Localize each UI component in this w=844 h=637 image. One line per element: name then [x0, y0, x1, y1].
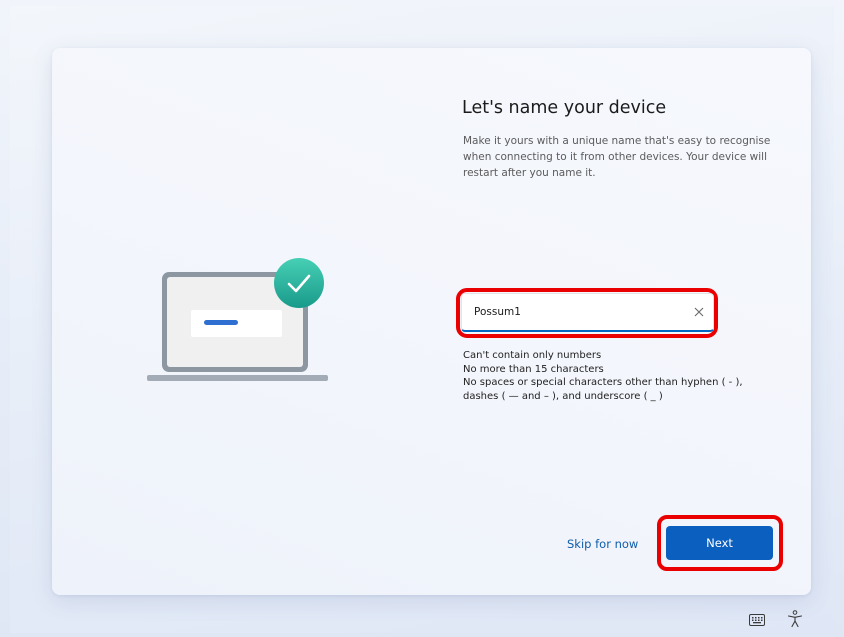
device-name-field[interactable] — [461, 293, 714, 332]
rule-item: Can't contain only numbers — [463, 350, 602, 361]
page-title: Let's name your device — [462, 98, 667, 118]
device-name-input[interactable] — [462, 294, 685, 330]
page-description: Make it yours with a unique name that's … — [463, 135, 771, 179]
next-button[interactable]: Next — [666, 526, 773, 560]
rule-item: No more than 15 characters — [463, 363, 604, 375]
keyboard-icon[interactable] — [746, 609, 768, 631]
accessibility-icon[interactable] — [784, 608, 806, 630]
naming-rules-list: Can't contain only numbers No more than … — [463, 349, 763, 403]
setup-card: Let's name your device Make it yours wit… — [52, 48, 811, 595]
close-icon[interactable] — [685, 294, 713, 330]
skip-for-now-link[interactable]: Skip for now — [567, 537, 638, 551]
laptop-with-checkmark-icon — [147, 258, 328, 381]
rule-item: No spaces or special characters other th… — [463, 377, 743, 402]
